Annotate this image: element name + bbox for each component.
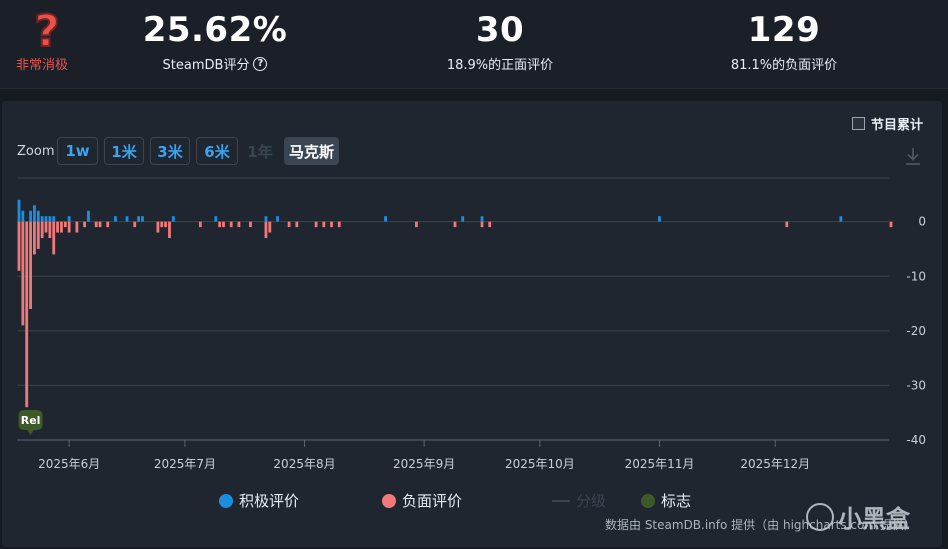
negative-bar	[164, 221, 168, 228]
legend-positive-label: 积极评价	[239, 492, 300, 510]
negative-bar	[21, 221, 25, 326]
legend-markers[interactable]: 标志	[641, 490, 691, 511]
watermark: 小黑盒	[806, 499, 910, 534]
negative-bar	[44, 221, 48, 233]
marker-dot-icon	[641, 493, 655, 508]
positive-bar	[480, 216, 484, 222]
legend-rating-label: 分级	[576, 492, 607, 510]
positive-bar	[21, 210, 25, 222]
negative-bar	[63, 221, 67, 228]
negative-bar	[83, 221, 86, 228]
positive-bar	[52, 216, 56, 222]
positive-bar	[44, 216, 48, 222]
x-tick-label: 2025年11月	[625, 457, 695, 471]
negative-bar	[264, 221, 268, 239]
positive-bar	[33, 205, 36, 222]
positive-bar	[171, 216, 175, 222]
negative-bar	[52, 221, 56, 255]
negative-bar	[48, 221, 52, 239]
y-tick-label: -20	[906, 324, 926, 338]
negative-bar	[218, 221, 222, 228]
negative-bar	[198, 221, 202, 228]
negative-bar	[480, 221, 484, 228]
negative-bar	[133, 221, 137, 228]
positive-bar	[17, 199, 21, 222]
x-tick-label: 2025年6月	[38, 457, 100, 471]
negative-bar	[249, 221, 252, 228]
rating-line-icon	[552, 499, 570, 502]
negative-bar	[67, 221, 71, 233]
legend-markers-label: 标志	[661, 492, 692, 510]
positive-bar	[214, 216, 218, 222]
negative-bar	[222, 221, 225, 228]
x-tick-label: 2025年12月	[740, 457, 810, 471]
positive-bar	[40, 216, 44, 222]
positive-dot-icon	[219, 493, 233, 508]
negative-bar	[785, 221, 789, 228]
negative-bar	[415, 221, 418, 228]
negative-bar	[33, 221, 36, 255]
positive-bar	[141, 216, 144, 222]
negative-bar	[295, 221, 299, 228]
positive-bar	[658, 216, 661, 222]
negative-bar	[25, 221, 29, 408]
watermark-text: 小黑盒	[838, 505, 910, 533]
y-tick-label: 0	[918, 215, 926, 229]
negative-dot-icon	[382, 493, 396, 508]
positive-bar	[29, 210, 32, 222]
negative-bar	[229, 221, 233, 228]
negative-bar	[56, 221, 59, 233]
positive-bar	[67, 216, 71, 222]
negative-bar	[75, 221, 79, 233]
negative-bar	[287, 221, 291, 228]
legend-negative-label: 负面评价	[402, 492, 463, 510]
positive-bar	[137, 216, 141, 222]
negative-bar	[106, 221, 110, 228]
negative-bar	[36, 221, 40, 249]
negative-bar	[29, 221, 32, 309]
x-tick-label: 2025年10月	[505, 457, 575, 471]
negative-bar	[488, 221, 492, 228]
positive-bar	[114, 216, 117, 222]
x-tick-label: 2025年8月	[273, 457, 335, 471]
negative-bar	[156, 221, 160, 233]
negative-bar	[168, 221, 171, 239]
y-tick-label: -30	[906, 378, 926, 392]
negative-bar	[60, 221, 63, 233]
legend-positive[interactable]: 积极评价	[219, 490, 299, 511]
positive-bar	[264, 216, 268, 222]
negative-bar	[160, 221, 164, 228]
y-tick-label: -40	[906, 433, 926, 447]
negative-bar	[237, 221, 241, 228]
positive-bar	[36, 210, 40, 222]
positive-bar	[839, 216, 843, 222]
x-tick-label: 2025年7月	[154, 457, 216, 471]
negative-bar	[337, 221, 341, 228]
negative-bar	[40, 221, 44, 239]
release-marker-label: Rel	[21, 414, 41, 427]
reviews-chart: 0 -10 -20 -30 -40 2025年6月 2025年7月 2025年8月 2025年9…	[17, 177, 926, 471]
negative-bar	[889, 221, 893, 228]
legend-rating[interactable]: 分级	[552, 490, 606, 511]
negative-bar	[453, 221, 457, 228]
positive-bar	[87, 210, 90, 222]
negative-bar	[322, 221, 326, 228]
legend-negative[interactable]: 负面评价	[382, 490, 462, 511]
y-tick-label: -10	[906, 269, 926, 283]
positive-bar	[384, 216, 387, 222]
positive-bar	[48, 216, 52, 222]
negative-bar	[17, 221, 21, 271]
positive-bar	[276, 216, 279, 222]
release-marker[interactable]: Rel	[18, 410, 43, 435]
negative-bar	[268, 221, 272, 233]
x-tick-label: 2025年9月	[393, 457, 455, 471]
release-marker-tail	[26, 429, 35, 435]
positive-bar	[461, 216, 465, 222]
negative-bar	[314, 221, 318, 228]
negative-bar	[98, 221, 102, 228]
negative-bar	[94, 221, 98, 228]
positive-bar	[125, 216, 129, 222]
watermark-logo-icon	[806, 502, 834, 531]
negative-bar	[330, 221, 333, 228]
